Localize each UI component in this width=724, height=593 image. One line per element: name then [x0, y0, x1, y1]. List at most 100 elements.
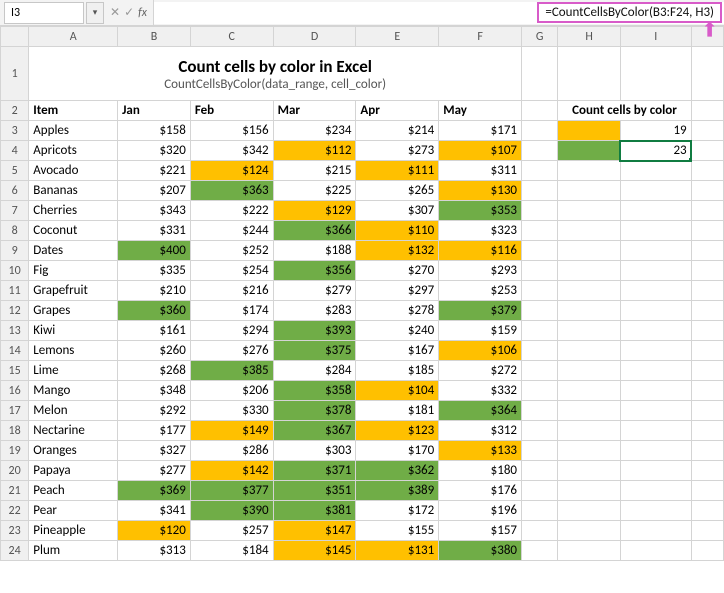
cell[interactable]: [558, 341, 621, 361]
row-header[interactable]: 4: [1, 141, 29, 161]
row-header[interactable]: 24: [1, 541, 29, 561]
cell[interactable]: [522, 241, 558, 261]
col-header[interactable]: C: [190, 27, 273, 47]
value-cell[interactable]: $265: [356, 181, 439, 201]
cell[interactable]: [558, 261, 621, 281]
header-item[interactable]: Item: [29, 101, 118, 121]
col-header[interactable]: I: [620, 27, 691, 47]
value-cell[interactable]: $327: [118, 441, 191, 461]
value-cell[interactable]: $351: [273, 481, 356, 501]
row-header[interactable]: 8: [1, 221, 29, 241]
result-green[interactable]: 23: [620, 141, 691, 161]
value-cell[interactable]: $277: [118, 461, 191, 481]
cell[interactable]: [620, 201, 691, 221]
cell[interactable]: [522, 541, 558, 561]
col-header[interactable]: E: [356, 27, 439, 47]
row-header[interactable]: 22: [1, 501, 29, 521]
count-header[interactable]: Count cells by color: [558, 101, 691, 121]
cell[interactable]: [558, 381, 621, 401]
cell[interactable]: [522, 221, 558, 241]
cell[interactable]: [620, 501, 691, 521]
enter-icon[interactable]: ✓: [124, 5, 134, 20]
cell[interactable]: [620, 301, 691, 321]
name-box[interactable]: I3: [4, 2, 84, 24]
cell[interactable]: [558, 521, 621, 541]
value-cell[interactable]: $330: [190, 401, 273, 421]
item-cell[interactable]: Nectarine: [29, 421, 118, 441]
cell[interactable]: [522, 381, 558, 401]
value-cell[interactable]: $297: [356, 281, 439, 301]
col-header[interactable]: D: [273, 27, 356, 47]
cell[interactable]: [620, 261, 691, 281]
value-cell[interactable]: $159: [439, 321, 522, 341]
row-header[interactable]: 20: [1, 461, 29, 481]
cell[interactable]: [558, 421, 621, 441]
col-header[interactable]: H: [558, 27, 621, 47]
value-cell[interactable]: $181: [356, 401, 439, 421]
row-header[interactable]: 13: [1, 321, 29, 341]
value-cell[interactable]: $132: [356, 241, 439, 261]
value-cell[interactable]: $221: [118, 161, 191, 181]
item-cell[interactable]: Pear: [29, 501, 118, 521]
value-cell[interactable]: $107: [439, 141, 522, 161]
cell[interactable]: [620, 481, 691, 501]
cell[interactable]: [691, 401, 723, 421]
result-orange[interactable]: 19: [620, 121, 691, 141]
cell[interactable]: [620, 541, 691, 561]
cell[interactable]: [691, 261, 723, 281]
value-cell[interactable]: $252: [190, 241, 273, 261]
item-cell[interactable]: Apples: [29, 121, 118, 141]
item-cell[interactable]: Lemons: [29, 341, 118, 361]
value-cell[interactable]: $294: [190, 321, 273, 341]
value-cell[interactable]: $111: [356, 161, 439, 181]
row-header[interactable]: 17: [1, 401, 29, 421]
cell[interactable]: [691, 301, 723, 321]
cell[interactable]: [558, 361, 621, 381]
row-header[interactable]: 18: [1, 421, 29, 441]
cell[interactable]: [620, 421, 691, 441]
cell[interactable]: [558, 201, 621, 221]
value-cell[interactable]: $254: [190, 261, 273, 281]
cell[interactable]: [522, 341, 558, 361]
cell[interactable]: [522, 181, 558, 201]
cell[interactable]: [522, 261, 558, 281]
cell[interactable]: [522, 101, 558, 121]
cell[interactable]: [558, 401, 621, 421]
item-cell[interactable]: Peach: [29, 481, 118, 501]
col-header[interactable]: B: [118, 27, 191, 47]
cell[interactable]: [522, 161, 558, 181]
value-cell[interactable]: $393: [273, 321, 356, 341]
header-apr[interactable]: Apr: [356, 101, 439, 121]
value-cell[interactable]: $268: [118, 361, 191, 381]
row-header[interactable]: 15: [1, 361, 29, 381]
row-header[interactable]: 5: [1, 161, 29, 181]
value-cell[interactable]: $167: [356, 341, 439, 361]
value-cell[interactable]: $161: [118, 321, 191, 341]
cell[interactable]: [620, 321, 691, 341]
row-header[interactable]: 23: [1, 521, 29, 541]
value-cell[interactable]: $385: [190, 361, 273, 381]
value-cell[interactable]: $303: [273, 441, 356, 461]
cell[interactable]: [558, 47, 621, 101]
cell[interactable]: [522, 401, 558, 421]
value-cell[interactable]: $369: [118, 481, 191, 501]
cell[interactable]: [691, 441, 723, 461]
cell[interactable]: [691, 201, 723, 221]
value-cell[interactable]: $276: [190, 341, 273, 361]
value-cell[interactable]: $323: [439, 221, 522, 241]
cell[interactable]: [691, 541, 723, 561]
cell[interactable]: [691, 121, 723, 141]
cell[interactable]: [691, 341, 723, 361]
value-cell[interactable]: $366: [273, 221, 356, 241]
value-cell[interactable]: $362: [356, 461, 439, 481]
value-cell[interactable]: $381: [273, 501, 356, 521]
value-cell[interactable]: $293: [439, 261, 522, 281]
cell[interactable]: [522, 201, 558, 221]
value-cell[interactable]: $364: [439, 401, 522, 421]
value-cell[interactable]: $353: [439, 201, 522, 221]
value-cell[interactable]: $206: [190, 381, 273, 401]
select-all-corner[interactable]: [1, 27, 29, 47]
cell[interactable]: [620, 461, 691, 481]
cell[interactable]: [691, 161, 723, 181]
row-header[interactable]: 9: [1, 241, 29, 261]
